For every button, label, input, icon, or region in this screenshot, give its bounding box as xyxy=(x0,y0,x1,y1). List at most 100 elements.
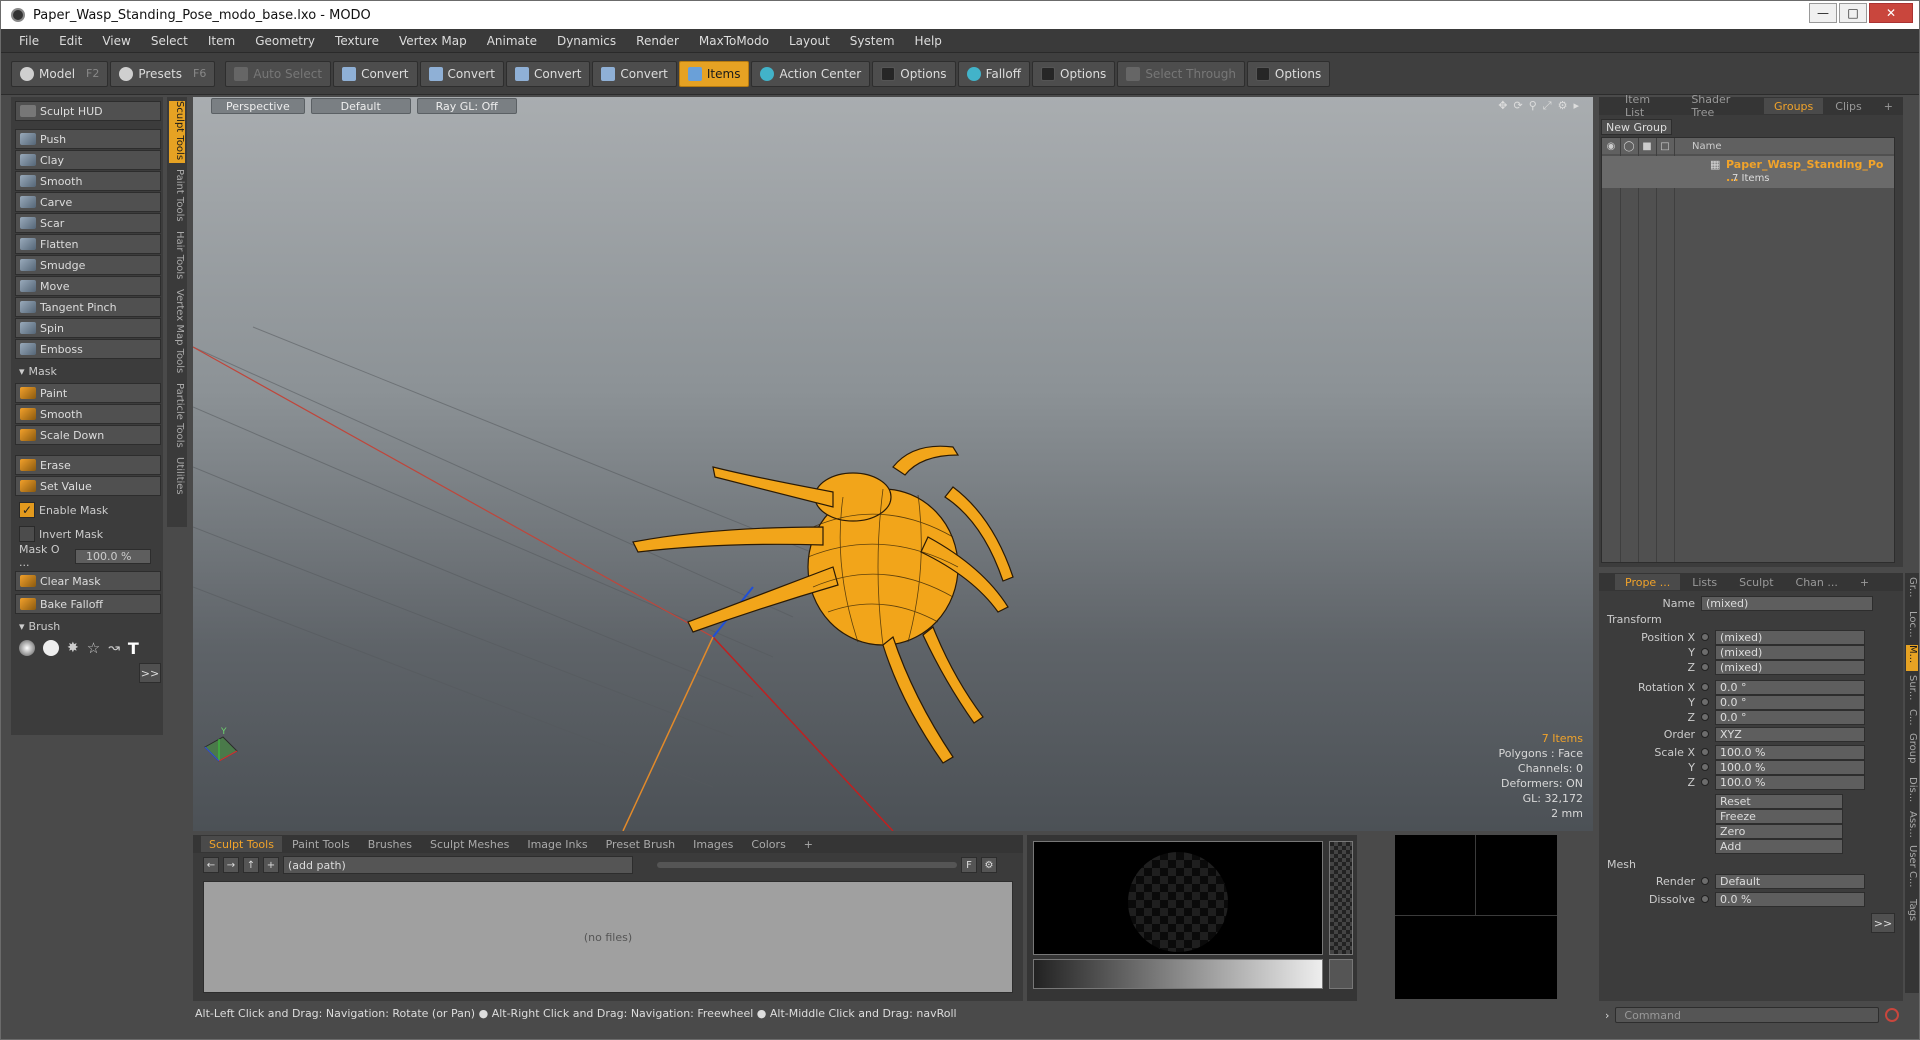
side-tab-group[interactable]: Gr... xyxy=(1906,577,1918,607)
menu-render[interactable]: Render xyxy=(626,34,689,48)
vtab-particle-tools[interactable]: Particle Tools xyxy=(169,383,185,451)
tool-clay[interactable]: Clay xyxy=(15,150,161,170)
presets-button[interactable]: Presets F6 xyxy=(110,60,216,87)
tool-spin[interactable]: Spin xyxy=(15,318,161,338)
soft-brush-icon[interactable] xyxy=(19,640,35,656)
minimize-button[interactable]: — xyxy=(1809,3,1837,23)
add-path-icon[interactable]: + xyxy=(263,857,279,873)
vtab-paint-tools[interactable]: Paint Tools xyxy=(169,169,185,225)
btab-sculpt-meshes[interactable]: Sculpt Meshes xyxy=(422,836,517,852)
menu-dynamics[interactable]: Dynamics xyxy=(547,34,626,48)
side-tab-group-2[interactable]: Group xyxy=(1906,733,1918,773)
animate-dot-icon[interactable] xyxy=(1701,763,1709,771)
menu-help[interactable]: Help xyxy=(905,34,952,48)
name-field[interactable]: (mixed) xyxy=(1701,595,1873,611)
mask-erase-button[interactable]: Erase xyxy=(15,455,161,475)
text-brush-icon[interactable]: T xyxy=(128,639,139,658)
animate-dot-icon[interactable] xyxy=(1701,730,1709,738)
animate-dot-icon[interactable] xyxy=(1701,895,1709,903)
vtab-vertex-map-tools[interactable]: Vertex Map Tools xyxy=(169,289,185,377)
animate-dot-icon[interactable] xyxy=(1701,698,1709,706)
tab-properties[interactable]: Prope ... xyxy=(1615,574,1681,590)
sculpt-hud-button[interactable]: Sculpt HUD xyxy=(15,101,161,121)
add-dropdown[interactable]: Add xyxy=(1715,838,1843,854)
invert-mask-toggle[interactable]: Invert Mask xyxy=(15,523,161,545)
falloff-options-button[interactable]: Options xyxy=(1032,60,1116,87)
tool-move[interactable]: Move xyxy=(15,276,161,296)
tab-groups[interactable]: Groups xyxy=(1764,98,1824,114)
tool-smooth[interactable]: Smooth xyxy=(15,171,161,191)
filter-button[interactable]: F xyxy=(961,857,977,873)
animate-dot-icon[interactable] xyxy=(1701,877,1709,885)
back-arrow-icon[interactable]: ← xyxy=(203,857,219,873)
bake-falloff-button[interactable]: Bake Falloff xyxy=(15,594,161,614)
star-brush-icon[interactable]: ☆ xyxy=(87,639,100,657)
maximize-button[interactable]: □ xyxy=(1839,3,1867,23)
close-button[interactable]: ✕ xyxy=(1869,3,1913,23)
tab-sculpt[interactable]: Sculpt xyxy=(1729,574,1783,590)
side-tab-user-channels[interactable]: User C... xyxy=(1906,845,1918,895)
action-center-button[interactable]: Action Center xyxy=(751,60,871,87)
animate-dot-icon[interactable] xyxy=(1701,663,1709,671)
model-button[interactable]: Model F2 xyxy=(11,60,109,87)
menu-view[interactable]: View xyxy=(92,34,140,48)
add-scene-tab-button[interactable]: + xyxy=(1874,98,1903,114)
btab-sculpt-tools[interactable]: Sculpt Tools xyxy=(201,836,282,852)
tool-tangent-pinch[interactable]: Tangent Pinch xyxy=(15,297,161,317)
mask-opacity-field[interactable]: 100.0 % xyxy=(75,548,151,564)
animate-dot-icon[interactable] xyxy=(1701,778,1709,786)
side-tab-c[interactable]: C... xyxy=(1906,709,1918,729)
side-tab-mesh[interactable]: M... xyxy=(1906,645,1918,671)
transform-section[interactable]: Transform xyxy=(1607,613,1662,626)
mask-paint-button[interactable]: Paint xyxy=(15,383,161,403)
color-swatch[interactable] xyxy=(1329,959,1353,989)
properties-more-button[interactable]: >> xyxy=(1871,913,1895,933)
btab-preset-brush[interactable]: Preset Brush xyxy=(598,836,684,852)
menu-animate[interactable]: Animate xyxy=(477,34,547,48)
scale-x-field[interactable]: 100.0 % xyxy=(1715,744,1865,760)
position-y-field[interactable]: (mixed) xyxy=(1715,644,1865,660)
side-tab-assembly[interactable]: Ass... xyxy=(1906,811,1918,841)
vtab-utilities[interactable]: Utilities xyxy=(169,457,185,501)
new-group-button[interactable]: New Group xyxy=(1601,119,1672,135)
scale-y-field[interactable]: 100.0 % xyxy=(1715,759,1865,775)
path-dropdown[interactable]: (add path) xyxy=(283,856,633,874)
tab-shader-tree[interactable]: Shader Tree xyxy=(1681,93,1762,119)
menu-layout[interactable]: Layout xyxy=(779,34,840,48)
mesh-section[interactable]: Mesh xyxy=(1607,858,1636,871)
dissolve-field[interactable]: 0.0 % xyxy=(1715,891,1865,907)
btab-paint-tools[interactable]: Paint Tools xyxy=(284,836,358,852)
add-properties-tab-button[interactable]: + xyxy=(1850,574,1879,590)
command-input[interactable]: Command xyxy=(1615,1007,1880,1023)
menu-texture[interactable]: Texture xyxy=(325,34,389,48)
order-dropdown[interactable]: XYZ xyxy=(1715,726,1865,742)
mask-scale-down-button[interactable]: Scale Down xyxy=(15,425,161,445)
thumbnail-size-slider[interactable] xyxy=(657,862,957,868)
auto-select-button[interactable]: Auto Select xyxy=(225,60,332,87)
clear-mask-button[interactable]: Clear Mask xyxy=(15,571,161,591)
btab-brushes[interactable]: Brushes xyxy=(360,836,420,852)
tool-scar[interactable]: Scar xyxy=(15,213,161,233)
side-tab-tags[interactable]: Tags xyxy=(1906,899,1918,929)
items-mode-button[interactable]: Items xyxy=(678,60,750,87)
up-folder-icon[interactable]: ↑ xyxy=(243,857,259,873)
convert-polygons-button[interactable]: Convert xyxy=(505,60,591,87)
hard-brush-icon[interactable] xyxy=(43,640,59,656)
scale-z-field[interactable]: 100.0 % xyxy=(1715,774,1865,790)
mask-set-value-button[interactable]: Set Value xyxy=(15,476,161,496)
tab-item-list[interactable]: Item List xyxy=(1615,93,1679,119)
side-tab-locator[interactable]: Loc... xyxy=(1906,611,1918,641)
group-row[interactable]: ▦ Paper_Wasp_Standing_Po ... 7 Items xyxy=(1602,156,1894,188)
path-brush-icon[interactable]: ↝ xyxy=(108,640,120,656)
file-list-area[interactable]: (no files) xyxy=(203,881,1013,993)
menu-vertex-map[interactable]: Vertex Map xyxy=(389,34,477,48)
forward-arrow-icon[interactable]: → xyxy=(223,857,239,873)
side-tab-surface[interactable]: Sur... xyxy=(1906,675,1918,705)
browser-settings-icon[interactable]: ⚙ xyxy=(981,857,997,873)
rotation-z-field[interactable]: 0.0 ° xyxy=(1715,709,1865,725)
convert-vertices-button[interactable]: Convert xyxy=(333,60,418,87)
reset-dropdown[interactable]: Reset xyxy=(1715,793,1843,809)
convert-materials-button[interactable]: Convert xyxy=(592,60,677,87)
mask-smooth-button[interactable]: Smooth xyxy=(15,404,161,424)
menu-system[interactable]: System xyxy=(840,34,905,48)
